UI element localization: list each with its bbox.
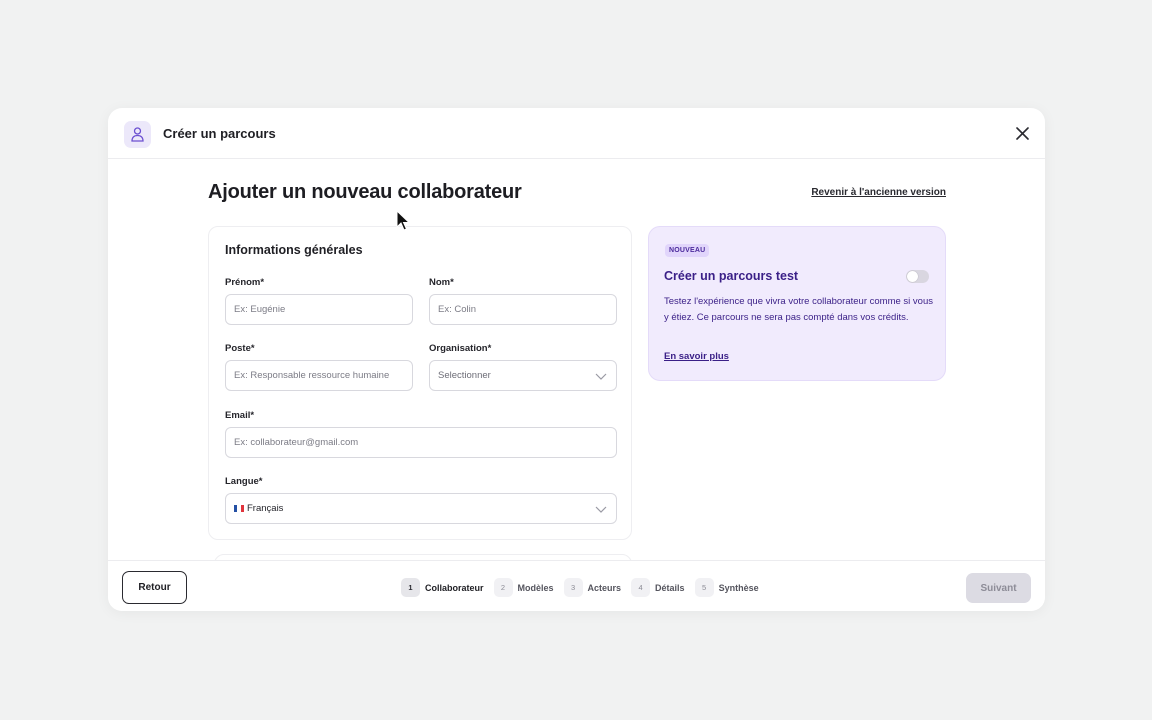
- first-name-field[interactable]: [225, 294, 413, 325]
- step-label: Collaborateur: [425, 582, 484, 593]
- step-details[interactable]: 4 Détails: [631, 578, 685, 597]
- organisation-select-placeholder: Selectionner: [438, 370, 491, 381]
- step-label: Acteurs: [587, 582, 622, 593]
- modal-header: Créer un parcours: [108, 108, 1045, 159]
- toggle-knob: [907, 271, 918, 282]
- learn-more-link[interactable]: En savoir plus: [664, 351, 729, 362]
- modal-title: Créer un parcours: [163, 126, 276, 141]
- organisation-select[interactable]: Selectionner: [429, 360, 617, 391]
- step-number: 3: [563, 578, 583, 597]
- step-modeles[interactable]: 2 Modèles: [493, 578, 554, 597]
- section-title: Informations générales: [225, 243, 363, 257]
- old-version-link[interactable]: Revenir à l'ancienne version: [811, 187, 946, 198]
- back-button[interactable]: Retour: [122, 571, 187, 604]
- position-label: Poste*: [225, 343, 255, 354]
- step-synthese[interactable]: 5 Synthèse: [694, 578, 759, 597]
- test-journey-card: NOUVEAU Créer un parcours test Testez l'…: [648, 226, 946, 381]
- modal-footer: Retour 1 Collaborateur 2 Modèles 3 Acteu…: [108, 560, 1045, 611]
- create-journey-modal: Créer un parcours Ajouter un nouveau col…: [108, 108, 1045, 611]
- step-label: Détails: [655, 582, 685, 593]
- flag-fr-icon: [234, 505, 244, 512]
- email-label: Email*: [225, 410, 255, 421]
- step-number: 1: [401, 578, 420, 597]
- next-button[interactable]: Suivant: [966, 573, 1031, 603]
- page-title: Ajouter un nouveau collaborateur: [208, 181, 522, 203]
- step-acteurs[interactable]: 3 Acteurs: [563, 578, 622, 597]
- general-info-card: Informations générales Prénom* Nom* Post…: [208, 226, 632, 540]
- promo-title: Créer un parcours test: [664, 269, 799, 283]
- user-icon: [124, 121, 151, 148]
- cursor-pointer-icon: [396, 210, 410, 231]
- chevron-down-icon: [595, 506, 607, 513]
- first-name-label: Prénom*: [225, 277, 265, 288]
- stepper: 1 Collaborateur 2 Modèles 3 Acteurs 4 Dé…: [401, 578, 769, 597]
- promo-description: Testez l'expérience que vivra votre coll…: [664, 296, 933, 323]
- new-badge: NOUVEAU: [665, 244, 710, 257]
- test-journey-toggle[interactable]: [906, 270, 929, 283]
- email-field[interactable]: [225, 427, 617, 458]
- step-label: Synthèse: [718, 582, 759, 593]
- chevron-down-icon: [595, 373, 607, 380]
- close-icon[interactable]: [1014, 125, 1031, 142]
- position-field[interactable]: [225, 360, 413, 391]
- step-number: 2: [493, 578, 513, 597]
- step-number: 5: [694, 578, 714, 597]
- step-collaborateur[interactable]: 1 Collaborateur: [401, 578, 484, 597]
- language-label: Langue*: [225, 476, 263, 487]
- organisation-label: Organisation*: [429, 343, 492, 354]
- step-number: 4: [631, 578, 651, 597]
- language-select[interactable]: Français: [225, 493, 617, 524]
- language-select-value: Français: [247, 503, 284, 514]
- last-name-label: Nom*: [429, 277, 454, 288]
- last-name-field[interactable]: [429, 294, 617, 325]
- step-label: Modèles: [517, 582, 554, 593]
